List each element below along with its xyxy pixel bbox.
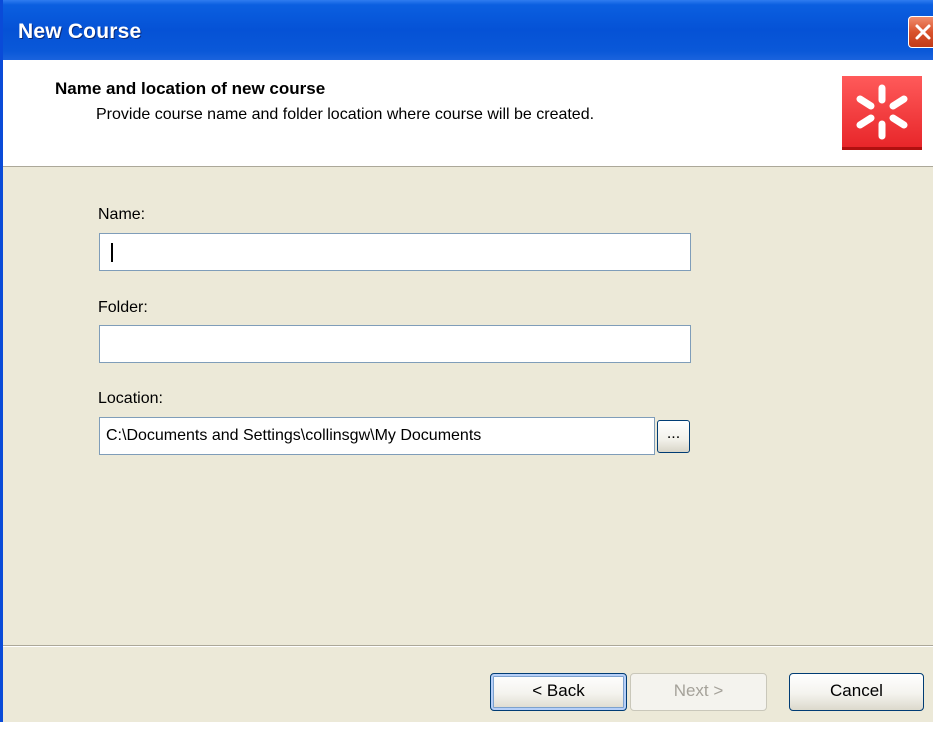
next-button[interactable]: Next >	[630, 673, 767, 711]
close-button[interactable]	[908, 16, 933, 48]
location-input-value: C:\Documents and Settings\collinsgw\My D…	[106, 427, 482, 444]
footer-divider	[3, 645, 933, 647]
text-caret	[111, 243, 113, 262]
back-button[interactable]: < Back	[490, 673, 627, 711]
location-label: Location:	[98, 390, 163, 407]
new-course-dialog: New Course Name and location of new cour…	[0, 0, 933, 722]
logo	[842, 76, 922, 150]
name-label: Name:	[98, 206, 146, 223]
name-input[interactable]	[99, 233, 691, 271]
folder-label: Folder:	[98, 299, 148, 316]
window-title: New Course	[18, 20, 142, 43]
browse-button[interactable]: ...	[657, 420, 690, 453]
location-input[interactable]: C:\Documents and Settings\collinsgw\My D…	[99, 417, 655, 455]
title-bar: New Course	[3, 0, 933, 60]
folder-input[interactable]	[99, 325, 691, 363]
page-subtitle: Provide course name and folder location …	[96, 106, 595, 123]
cancel-button[interactable]: Cancel	[789, 673, 924, 711]
asterisk-logo-icon	[856, 84, 908, 140]
header-panel: Name and location of new course Provide …	[3, 60, 933, 167]
close-icon	[915, 24, 931, 40]
page-title: Name and location of new course	[55, 79, 326, 98]
